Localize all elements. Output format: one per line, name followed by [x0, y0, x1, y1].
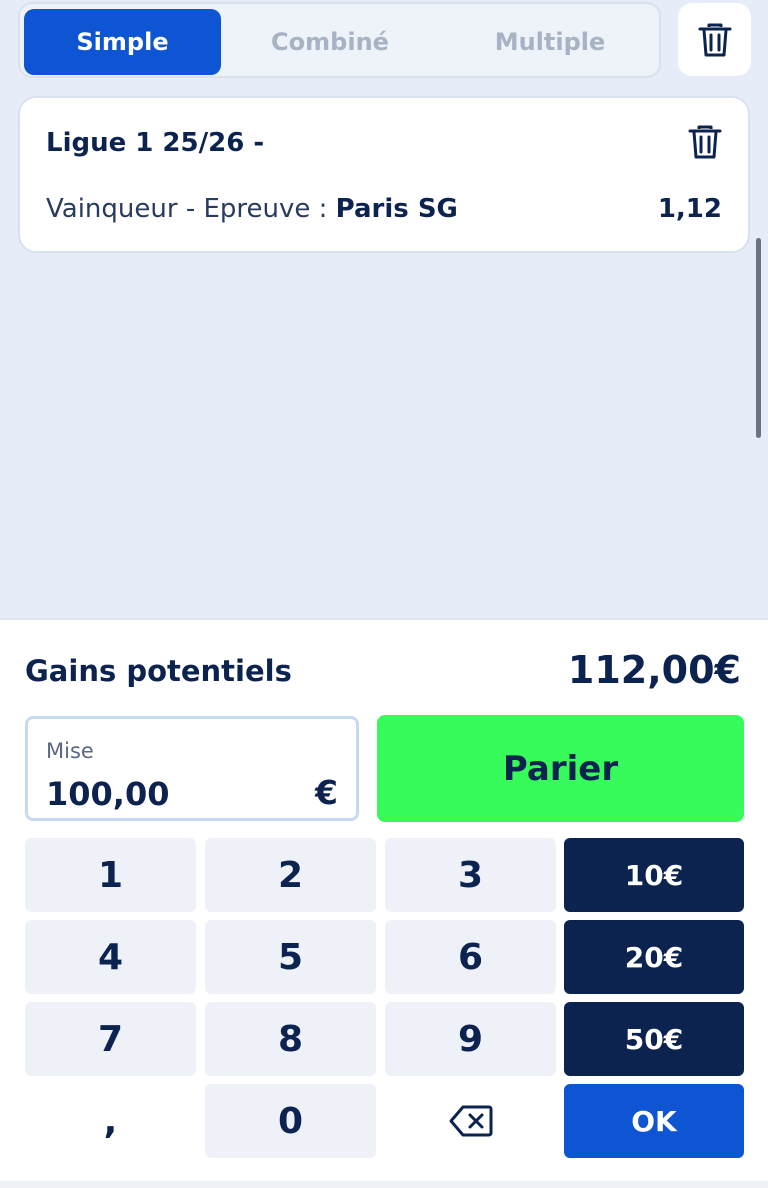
key-1[interactable]: 1 [25, 838, 196, 912]
key-comma[interactable]: , [25, 1084, 196, 1158]
stake-value: 100,00 [46, 775, 170, 813]
key-backspace[interactable] [385, 1084, 556, 1158]
quick-stake-20-button[interactable]: 20€ [564, 920, 744, 994]
quick-stake-10-button[interactable]: 10€ [564, 838, 744, 912]
stake-label: Mise [46, 739, 94, 763]
bet-odds: 1,12 [657, 194, 722, 224]
potential-gains-label: Gains potentiels [25, 654, 292, 688]
clear-all-button[interactable] [678, 3, 751, 76]
key-7[interactable]: 7 [25, 1002, 196, 1076]
key-4[interactable]: 4 [25, 920, 196, 994]
tab-simple[interactable]: Simple [24, 9, 221, 75]
scrollbar[interactable] [756, 238, 761, 438]
trash-icon [688, 125, 722, 159]
key-0[interactable]: 0 [205, 1084, 376, 1158]
quick-stake-50-button[interactable]: 50€ [564, 1002, 744, 1076]
stake-input[interactable]: Mise 100,00 € [25, 716, 359, 821]
bottom-edge [0, 1181, 768, 1188]
potential-gains-value: 112,00€ [567, 648, 741, 692]
bet-type-tabs: Simple Combiné Multiple [18, 2, 661, 78]
bet-selection-line: Vainqueur - Epreuve : Paris SG [46, 194, 458, 224]
place-bet-button[interactable]: Parier [377, 715, 744, 822]
key-2[interactable]: 2 [205, 838, 376, 912]
key-6[interactable]: 6 [385, 920, 556, 994]
stake-panel: Gains potentiels 112,00€ Mise 100,00 € P… [0, 618, 768, 1181]
backspace-icon [449, 1105, 492, 1137]
remove-bet-button[interactable] [688, 124, 722, 164]
tab-multiple[interactable]: Multiple [440, 9, 660, 75]
stake-currency: € [315, 773, 338, 812]
key-9[interactable]: 9 [385, 1002, 556, 1076]
tab-combine[interactable]: Combiné [223, 9, 437, 75]
trash-icon [698, 23, 731, 56]
bet-card: Ligue 1 25/26 - Vainqueur - Epreuve : Pa… [18, 96, 750, 253]
ok-button[interactable]: OK [564, 1084, 744, 1158]
key-5[interactable]: 5 [205, 920, 376, 994]
bet-competition-title: Ligue 1 25/26 - [46, 128, 265, 158]
key-3[interactable]: 3 [385, 838, 556, 912]
bet-market: Vainqueur - Epreuve : [46, 194, 336, 224]
key-8[interactable]: 8 [205, 1002, 376, 1076]
bet-selection: Paris SG [335, 194, 458, 224]
